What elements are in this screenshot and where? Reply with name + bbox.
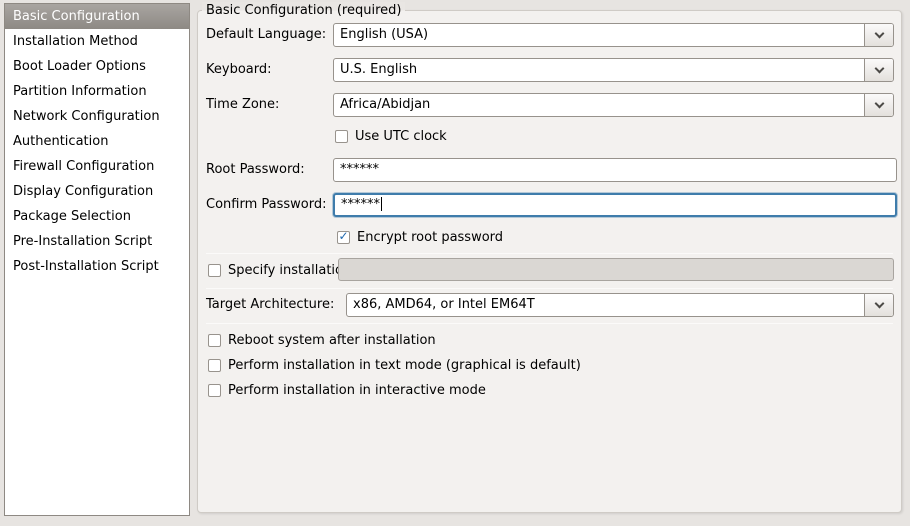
default-language-label: Default Language: (206, 23, 326, 47)
default-language-dropdown-button[interactable] (864, 24, 893, 46)
text-mode-label: Perform installation in text mode (graph… (228, 358, 581, 373)
chevron-down-icon (874, 28, 884, 38)
text-mode-checkbox[interactable]: ✓ (208, 359, 221, 372)
keyboard-label: Keyboard: (206, 58, 272, 82)
separator (206, 288, 893, 289)
sidebar-item-partition-information[interactable]: Partition Information (5, 79, 189, 104)
sidebar-item-authentication[interactable]: Authentication (5, 129, 189, 154)
use-utc-clock-checkbox[interactable]: ✓ (335, 130, 348, 143)
chevron-down-icon (874, 63, 884, 73)
target-architecture-label: Target Architecture: (206, 293, 334, 317)
reboot-after-install-label: Reboot system after installation (228, 333, 436, 348)
checkmark-icon: ✓ (338, 230, 348, 242)
section-list: Basic Configuration Installation Method … (4, 3, 190, 516)
interactive-mode-checkbox[interactable]: ✓ (208, 384, 221, 397)
interactive-mode-label: Perform installation in interactive mode (228, 383, 486, 398)
encrypt-root-password-checkbox[interactable]: ✓ (337, 231, 350, 244)
confirm-password-input[interactable]: ****** (333, 193, 897, 217)
sidebar-item-boot-loader-options[interactable]: Boot Loader Options (5, 54, 189, 79)
basic-configuration-frame: Basic Configuration (required) Default L… (197, 10, 902, 513)
default-language-combobox[interactable]: English (USA) (333, 23, 894, 47)
time-zone-combobox[interactable]: Africa/Abidjan (333, 93, 894, 117)
use-utc-clock-label: Use UTC clock (355, 129, 447, 144)
sidebar-item-display-configuration[interactable]: Display Configuration (5, 179, 189, 204)
sidebar-item-installation-method[interactable]: Installation Method (5, 29, 189, 54)
use-utc-clock-checkbox-row[interactable]: ✓ Use UTC clock (335, 127, 447, 145)
text-cursor (381, 197, 382, 211)
time-zone-dropdown-button[interactable] (864, 94, 893, 116)
installation-key-input (338, 258, 894, 281)
text-mode-checkbox-row[interactable]: ✓ Perform installation in text mode (gra… (208, 356, 581, 374)
encrypt-root-password-checkbox-row[interactable]: ✓ Encrypt root password (337, 228, 503, 246)
sidebar-item-firewall-configuration[interactable]: Firewall Configuration (5, 154, 189, 179)
root-password-label: Root Password: (206, 158, 305, 182)
reboot-after-install-checkbox-row[interactable]: ✓ Reboot system after installation (208, 331, 436, 349)
root-password-input[interactable]: ****** (333, 158, 897, 182)
keyboard-value: U.S. English (334, 59, 864, 81)
separator (206, 253, 893, 254)
confirm-password-value: ****** (341, 197, 380, 212)
frame-title: Basic Configuration (required) (202, 2, 405, 19)
sidebar-item-post-installation-script[interactable]: Post-Installation Script (5, 254, 189, 279)
reboot-after-install-checkbox[interactable]: ✓ (208, 334, 221, 347)
root-password-value: ****** (340, 162, 379, 177)
target-architecture-value: x86, AMD64, or Intel EM64T (347, 294, 864, 316)
sidebar-item-package-selection[interactable]: Package Selection (5, 204, 189, 229)
time-zone-value: Africa/Abidjan (334, 94, 864, 116)
target-architecture-dropdown-button[interactable] (864, 294, 893, 316)
encrypt-root-password-label: Encrypt root password (357, 230, 503, 245)
specify-installation-key-checkbox[interactable]: ✓ (208, 264, 221, 277)
interactive-mode-checkbox-row[interactable]: ✓ Perform installation in interactive mo… (208, 381, 486, 399)
keyboard-dropdown-button[interactable] (864, 59, 893, 81)
confirm-password-label: Confirm Password: (206, 193, 326, 217)
time-zone-label: Time Zone: (206, 93, 279, 117)
sidebar-item-network-configuration[interactable]: Network Configuration (5, 104, 189, 129)
kickstart-configurator-window: { "sidebar": { "selected_index": 0, "ite… (0, 0, 910, 526)
keyboard-combobox[interactable]: U.S. English (333, 58, 894, 82)
separator (206, 323, 893, 324)
chevron-down-icon (874, 298, 884, 308)
target-architecture-combobox[interactable]: x86, AMD64, or Intel EM64T (346, 293, 894, 317)
sidebar-item-pre-installation-script[interactable]: Pre-Installation Script (5, 229, 189, 254)
chevron-down-icon (874, 98, 884, 108)
sidebar-item-basic-configuration[interactable]: Basic Configuration (5, 4, 189, 29)
default-language-value: English (USA) (334, 24, 864, 46)
